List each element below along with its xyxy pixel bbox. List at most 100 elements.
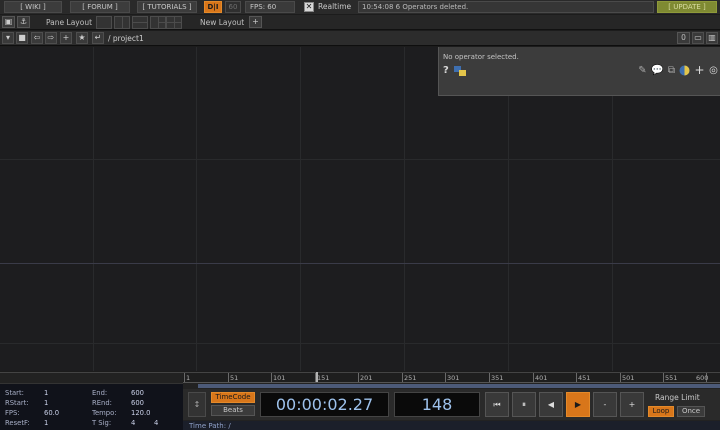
ruler-tick-label: 401 [535, 374, 548, 382]
rend-label: REnd: [92, 399, 112, 407]
add-icon[interactable]: + [60, 32, 72, 44]
maximize-icon[interactable]: ▭ [692, 32, 704, 44]
ruler-tick [358, 373, 359, 382]
rstart-value[interactable]: 1 [44, 399, 48, 407]
pane-layout-bar: ▣ ⚓ Pane Layout New Layout + [0, 15, 720, 30]
target-icon[interactable]: ◎ [708, 65, 719, 76]
tempo-label: Tempo: [92, 409, 117, 417]
step-back-button[interactable]: - [593, 392, 617, 417]
fps-value[interactable]: 60.0 [44, 409, 59, 417]
tsig-label: T Sig: [92, 419, 112, 427]
python-help-icon[interactable] [454, 66, 466, 76]
timeline-panel: 1 51 101 151 201 251 301 351 401 451 501 551 600 Sta… [0, 372, 720, 430]
ruler-tick-label: 1 [186, 374, 191, 382]
ruler-tick [228, 373, 229, 382]
perform-mode-button[interactable]: D|I [204, 1, 222, 13]
layout-single-icon[interactable] [96, 16, 112, 29]
image-icon[interactable]: ▣ [2, 16, 15, 28]
resetf-value[interactable]: 1 [44, 419, 48, 427]
pane-count: 0 [677, 32, 690, 44]
clipboard-icon[interactable]: ⧉ [666, 65, 677, 76]
fps-preset-button[interactable]: 60 [225, 1, 241, 13]
star-icon[interactable]: ★ [76, 32, 88, 44]
stop-icon[interactable]: ■ [16, 32, 28, 44]
parameter-panel: No operator selected. ? ✎ 💬 ⧉ + ◎ [438, 47, 720, 96]
end-value[interactable]: 600 [131, 389, 144, 397]
pane-layout-label: Pane Layout [46, 18, 93, 27]
pencil-icon[interactable]: ✎ [637, 65, 648, 76]
comment-icon[interactable]: 💬 [651, 65, 663, 76]
ruler-tick-label: 101 [273, 374, 286, 382]
realtime-checkbox[interactable]: ✕ [304, 2, 314, 12]
time-range-bar[interactable] [198, 384, 720, 388]
add-parameter-icon[interactable]: + [694, 64, 705, 76]
network-path-bar: ▾ ■ ⇦ ⇨ + ★ ↵ / project1 0 ▭ ▥ [0, 31, 720, 46]
start-label: Start: [5, 389, 24, 397]
ruler-tick [663, 373, 664, 382]
rewind-icon[interactable]: ⏮ [485, 392, 509, 417]
timecode-button[interactable]: TimeCode [211, 392, 255, 403]
top-menu-bar: [ WIKI ] [ FORUM ] [ TUTORIALS ] D|I 60 … [0, 0, 720, 14]
help-icon[interactable]: ? [443, 65, 449, 76]
parent-network-icon[interactable]: ↵ [92, 32, 104, 44]
ruler-tick-label: 501 [622, 374, 635, 382]
once-button[interactable]: Once [677, 406, 705, 417]
timecode-display[interactable]: 00:00:02.27 [260, 392, 389, 417]
time-path: Time Path: / [183, 421, 720, 430]
network-path[interactable]: / project1 [108, 34, 144, 43]
loop-button[interactable]: Loop [648, 406, 674, 417]
layout-triple-icon[interactable] [150, 16, 166, 29]
resetf-label: ResetF: [5, 419, 30, 427]
new-layout-button[interactable]: + [249, 16, 262, 28]
layout-quad-icon[interactable] [166, 16, 182, 29]
forum-button[interactable]: [ FORUM ] [70, 1, 130, 13]
forward-icon[interactable]: ⇨ [45, 32, 57, 44]
timeline-ruler[interactable]: 1 51 101 151 201 251 301 351 401 451 501 551 600 [183, 373, 720, 383]
pause-icon[interactable]: ⏸ [512, 392, 536, 417]
rend-value[interactable]: 600 [131, 399, 144, 407]
end-label: End: [92, 389, 108, 397]
playhead[interactable] [316, 372, 318, 382]
fps-field[interactable]: FPS: 60 [245, 1, 295, 13]
no-operator-message: No operator selected. [443, 53, 519, 61]
grid-line [0, 159, 720, 160]
ruler-tick-label: 451 [578, 374, 591, 382]
grid-line [300, 47, 301, 371]
chevron-down-icon[interactable]: ▾ [2, 32, 14, 44]
rstart-label: RStart: [5, 399, 29, 407]
layout-split-vertical-icon[interactable] [114, 16, 130, 29]
tsig-numerator[interactable]: 4 [131, 419, 135, 427]
back-icon[interactable]: ⇦ [31, 32, 43, 44]
ruler-tick-label: 251 [404, 374, 417, 382]
ruler-tick [184, 373, 185, 382]
playback-controls: ↕ TimeCode Beats 00:00:02.27 148 ⏮ ⏸ ◀ ▶… [183, 389, 720, 420]
tempo-value[interactable]: 120.0 [131, 409, 150, 417]
ruler-tick [445, 373, 446, 382]
range-limit-label: Range Limit [655, 393, 700, 402]
ruler-tick-label: 600 [696, 374, 709, 382]
anchor-icon[interactable]: ⚓ [17, 16, 30, 28]
expand-arrow-icon[interactable]: ↕ [188, 392, 206, 417]
ruler-tick [271, 373, 272, 382]
fps-label: FPS: [5, 409, 20, 417]
step-forward-button[interactable]: + [620, 392, 644, 417]
tsig-denominator[interactable]: 4 [154, 419, 158, 427]
tutorials-button[interactable]: [ TUTORIALS ] [137, 1, 197, 13]
split-pane-icon[interactable]: ▥ [706, 32, 718, 44]
ruler-tick [489, 373, 490, 382]
new-layout-label: New Layout [200, 18, 245, 27]
ruler-tick-label: 351 [491, 374, 504, 382]
python-icon[interactable] [679, 65, 690, 76]
play-forward-icon[interactable]: ▶ [566, 392, 590, 417]
update-button[interactable]: [ UPDATE ] [657, 1, 717, 13]
frame-display[interactable]: 148 [394, 392, 480, 417]
start-value[interactable]: 1 [44, 389, 48, 397]
wiki-button[interactable]: [ WIKI ] [4, 1, 62, 13]
play-backward-icon[interactable]: ◀ [539, 392, 563, 417]
ruler-tick-label: 51 [230, 374, 239, 382]
ruler-tick-label: 151 [317, 374, 330, 382]
grid-line [0, 343, 720, 344]
layout-split-horizontal-icon[interactable] [132, 16, 148, 29]
status-message: 10:54:08 6 Operators deleted. [358, 1, 654, 13]
beats-button[interactable]: Beats [211, 405, 255, 416]
